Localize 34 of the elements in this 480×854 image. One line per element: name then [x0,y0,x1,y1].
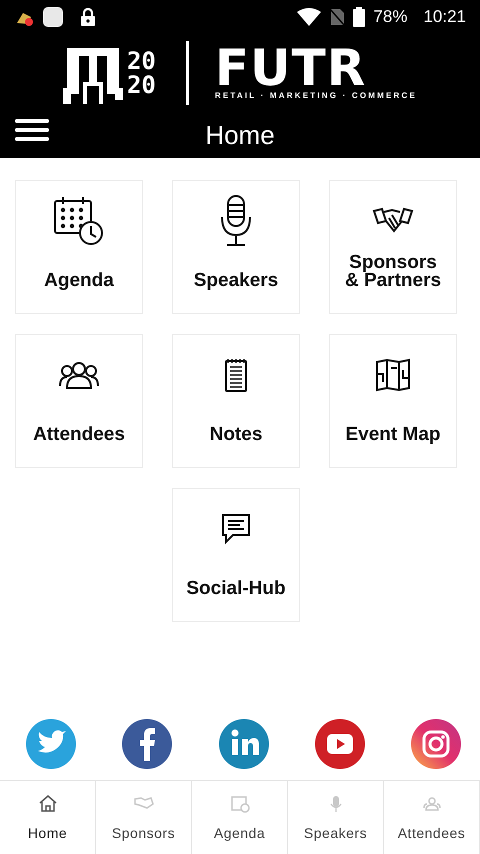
year-text: 20 [126,49,156,73]
calendar-clock-icon [53,196,105,246]
page-title: Home [205,118,275,152]
battery-icon [353,7,366,27]
logo-divider [186,41,189,105]
menu-button[interactable] [15,118,49,142]
lock-icon [80,7,96,27]
menu-tile[interactable]: Event Map [329,334,457,468]
menu-tile[interactable]: Agenda [15,180,143,314]
people-group-icon [59,361,99,389]
chat-bubble-icon [221,513,251,545]
no-sim-icon [329,8,346,26]
year-text: 20 [126,73,156,97]
twitter-bird-icon[interactable] [25,718,77,770]
menu-tile[interactable]: Attendees [15,334,143,468]
handshake-icon [372,207,414,235]
menu-tile[interactable]: Sponsors & Partners [329,180,457,314]
instagram-icon[interactable] [410,718,462,770]
menu-tile[interactable]: Social-Hub [172,488,300,622]
app-icon [42,6,64,28]
facebook-icon[interactable] [121,718,174,770]
battery-percent: 78% [373,6,408,28]
notepad-icon [224,357,248,393]
brand-name: FUTR [214,45,366,91]
folded-map-icon [375,358,411,392]
clock-time: 10:21 [423,6,466,28]
house-icon [36,793,58,813]
microphone-icon [219,195,253,247]
youtube-icon[interactable] [314,718,366,770]
menu-tile[interactable]: Speakers [172,180,300,314]
menu-tile[interactable]: Notes [172,334,300,468]
wifi-icon [297,8,322,26]
linkedin-icon[interactable] [218,718,270,770]
brand-tagline: RETAIL · MARKETING · COMMERCE [214,91,418,101]
